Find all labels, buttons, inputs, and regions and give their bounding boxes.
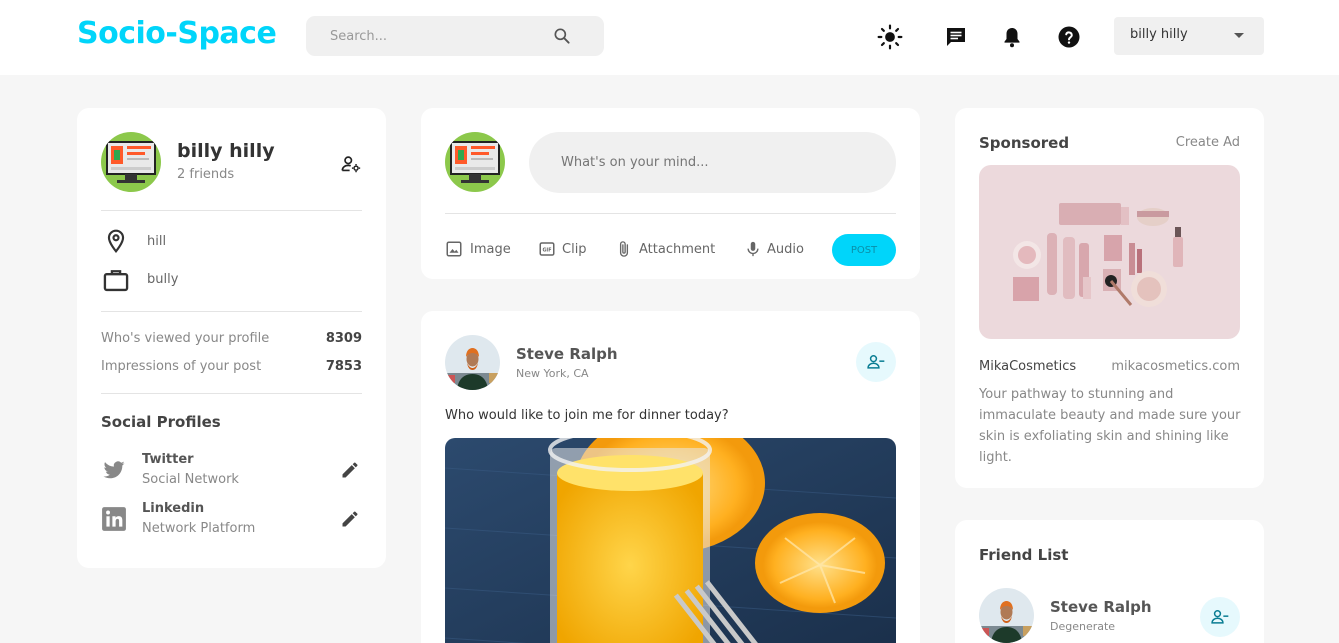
audio-label: Audio	[767, 242, 804, 257]
message-icon[interactable]	[943, 24, 969, 50]
ad-description: Your pathway to stunning and immaculate …	[979, 387, 1241, 465]
remove-friend-button[interactable]	[856, 342, 896, 382]
work-icon	[102, 266, 130, 298]
friend-list-card: Friend List Steve Ralph Degenerate	[955, 520, 1264, 643]
create-ad-link[interactable]: Create Ad	[1176, 135, 1240, 150]
ad-brand[interactable]: MikaCosmetics	[979, 359, 1076, 374]
friend-list-title: Friend List	[979, 546, 1069, 564]
attachment-icon	[615, 239, 633, 263]
ad-url[interactable]: mikacosmetics.com	[1111, 359, 1240, 374]
search-icon[interactable]	[552, 26, 572, 46]
twitter-icon	[101, 458, 127, 486]
profile-card: billy hilly 2 friends hill bully Who's v…	[77, 108, 386, 568]
search-input[interactable]	[330, 26, 550, 46]
divider	[445, 213, 896, 214]
notification-bell-icon[interactable]	[999, 24, 1025, 50]
location-icon	[103, 228, 129, 258]
navbar: Socio-Space billy hilly	[0, 0, 1339, 75]
linkedin-icon	[101, 506, 127, 536]
user-select-dropdown[interactable]: billy hilly	[1114, 17, 1264, 55]
search-bar	[306, 16, 604, 56]
post-button[interactable]: POST	[832, 234, 896, 266]
sponsored-card: Sponsored Create Ad MikaCosmetics mikaco…	[955, 108, 1264, 488]
post-card: Steve Ralph New York, CA Who would like …	[421, 311, 920, 643]
image-label: Image	[470, 242, 511, 257]
svg-text:GIF: GIF	[542, 248, 551, 254]
social-name[interactable]: Linkedin	[142, 501, 204, 516]
avatar[interactable]	[979, 588, 1034, 643]
post-image[interactable]	[445, 438, 896, 643]
microphone-icon	[744, 239, 762, 263]
person-remove-icon	[866, 352, 886, 372]
avatar[interactable]	[101, 132, 161, 192]
post-author[interactable]: Steve Ralph	[516, 345, 618, 363]
post-composer: Image GIF Clip Attachment Audio POST	[421, 108, 920, 279]
person-remove-icon	[1210, 607, 1230, 627]
edit-icon[interactable]	[340, 509, 360, 533]
light-mode-icon[interactable]	[877, 24, 903, 50]
post-location: New York, CA	[516, 367, 589, 380]
chevron-down-icon	[1234, 33, 1244, 38]
stat-label: Impressions of your post	[101, 359, 262, 374]
post-input-wrapper	[529, 132, 896, 193]
profile-name[interactable]: billy hilly	[177, 140, 275, 162]
avatar[interactable]	[445, 335, 500, 390]
social-sub: Social Network	[142, 472, 239, 487]
attachment-label: Attachment	[639, 242, 716, 257]
friends-count: 2 friends	[177, 167, 235, 182]
user-select-label: billy hilly	[1130, 27, 1188, 42]
remove-friend-button[interactable]	[1200, 597, 1240, 637]
stat-value: 7853	[325, 359, 362, 374]
help-icon[interactable]	[1056, 24, 1082, 50]
ad-image[interactable]	[979, 165, 1240, 339]
post-text: Who would like to join me for dinner tod…	[445, 408, 729, 423]
friend-sub: Degenerate	[1050, 620, 1116, 633]
social-profiles-title: Social Profiles	[101, 413, 221, 431]
stat-value: 8309	[325, 331, 362, 346]
social-sub: Network Platform	[142, 521, 256, 536]
clip-label: Clip	[562, 242, 587, 257]
social-name[interactable]: Twitter	[142, 452, 194, 467]
post-input[interactable]	[561, 152, 861, 172]
profile-location: hill	[147, 234, 167, 249]
divider	[101, 393, 362, 394]
sponsored-title: Sponsored	[979, 134, 1070, 152]
profile-occupation: bully	[147, 272, 179, 287]
gif-icon: GIF	[538, 240, 556, 262]
logo[interactable]: Socio-Space	[77, 16, 277, 51]
friend-name[interactable]: Steve Ralph	[1050, 598, 1152, 616]
stat-label: Who's viewed your profile	[101, 331, 270, 346]
avatar[interactable]	[445, 132, 505, 192]
divider	[101, 210, 362, 211]
manage-account-icon[interactable]	[340, 153, 362, 179]
edit-icon[interactable]	[340, 460, 360, 484]
divider	[101, 311, 362, 312]
image-icon	[445, 240, 463, 262]
